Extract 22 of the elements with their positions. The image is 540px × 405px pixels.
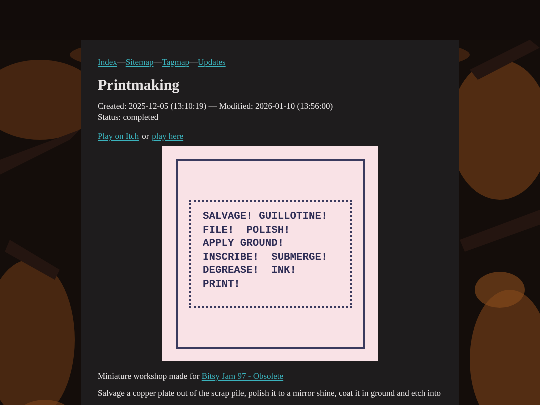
play-here-link[interactable]: play here [152, 131, 184, 142]
game-text-line: PRINT! [203, 278, 242, 293]
game-text-line: SALVAGE! GUILLOTINE! [203, 211, 329, 225]
intro-text: Miniature workshop made for [98, 371, 200, 381]
nav-separator: — [154, 56, 162, 66]
game-text-line: FILE! POLISH! [203, 224, 292, 238]
game-text-line: DEGREASE! INK! [203, 265, 298, 279]
nav-link[interactable]: Index [98, 56, 118, 68]
game-text-line: INSCRIBE! SUBMERGE! [203, 252, 329, 266]
nav-separator: — [189, 56, 198, 66]
or-text: or [142, 131, 150, 142]
nav-separator: — [117, 56, 126, 68]
nav-link[interactable]: Tagmap [162, 56, 190, 68]
jam-link[interactable]: Bitsy Jam 97 - Obsolete [202, 371, 284, 381]
status-text: Status: completed [98, 112, 160, 123]
nav-link[interactable]: Updates [198, 56, 226, 68]
nav-link[interactable]: Sitemap [126, 56, 154, 68]
dates-text: Created: 2025-12-05 (13:10:19) — Modified: 2026-01-10 (13:56:00) [98, 101, 334, 112]
page-title: Printmaking [98, 77, 181, 95]
itch-link[interactable]: Play on Itch [98, 131, 140, 142]
description-text: Salvage a copper plate out of the scrap pile, polish it to a mirror shine, coat it in ground and etch into [98, 388, 442, 399]
game-text-line: APPLY GROUND! [203, 238, 286, 252]
